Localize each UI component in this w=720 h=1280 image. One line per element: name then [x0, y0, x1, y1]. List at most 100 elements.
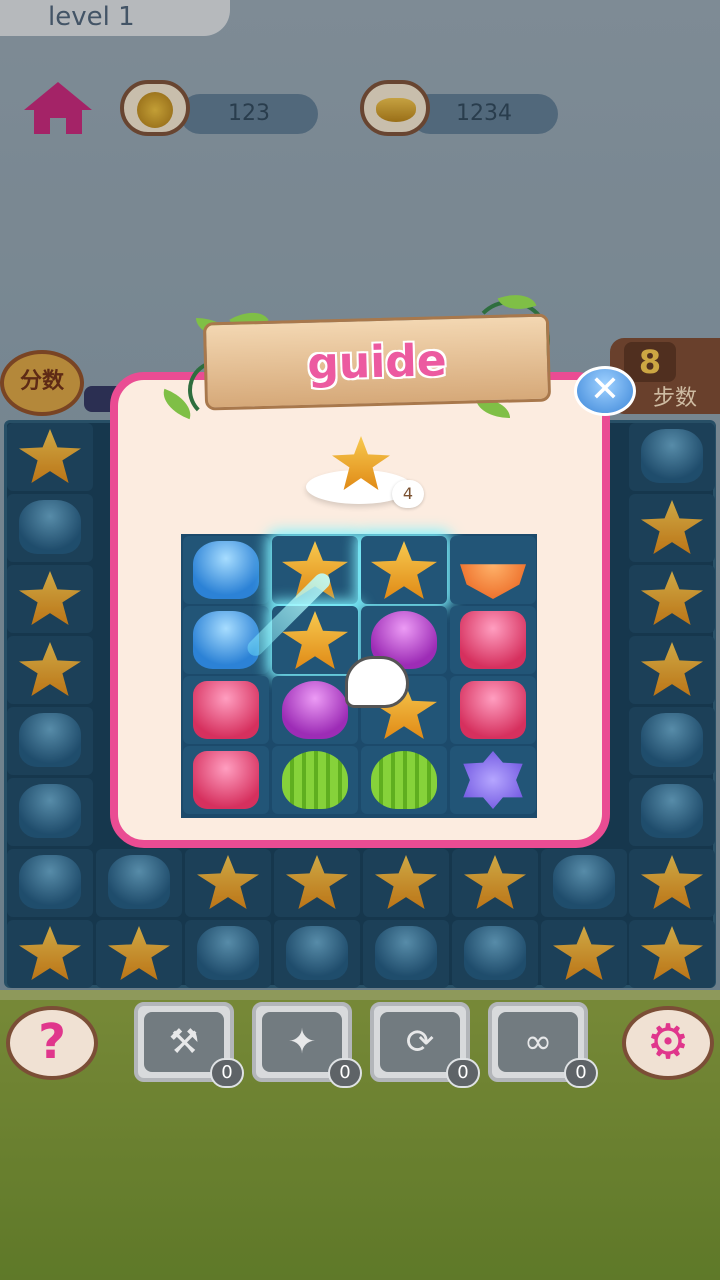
board-cell[interactable] — [629, 494, 715, 562]
board-cell[interactable] — [629, 636, 715, 704]
blue-jelly-gem — [641, 429, 703, 483]
moves-value: 8 — [624, 342, 676, 382]
board-cell[interactable] — [541, 920, 627, 988]
yellow-star-gem — [19, 571, 81, 625]
blue-flower-gem — [193, 541, 259, 599]
blue-jelly-gem — [286, 926, 348, 980]
board-cell[interactable] — [96, 920, 182, 988]
booster-count: 0 — [446, 1058, 480, 1088]
gold-ingot-icon — [376, 98, 416, 122]
board-cell[interactable] — [96, 849, 182, 917]
blue-jelly-gem — [19, 855, 81, 909]
blue-jelly-gem — [19, 500, 81, 554]
booster-count: 0 — [328, 1058, 362, 1088]
board-cell[interactable] — [185, 920, 271, 988]
board-cell[interactable] — [629, 707, 715, 775]
board-cell[interactable] — [629, 920, 715, 988]
grass-background — [0, 1000, 720, 1280]
board-cell[interactable] — [7, 494, 93, 562]
yellow-star-gem — [19, 926, 81, 980]
question-icon: ? — [38, 1014, 66, 1070]
board-cell[interactable] — [363, 920, 449, 988]
board-cell[interactable] — [629, 849, 715, 917]
board-cell[interactable] — [7, 920, 93, 988]
pink-square-gem — [193, 751, 259, 809]
violet-flower-gem — [463, 751, 523, 809]
demo-cell — [272, 746, 358, 814]
board-cell[interactable] — [7, 778, 93, 846]
coins-value: 123 — [228, 101, 270, 126]
blue-jelly-gem — [19, 784, 81, 838]
coin-icon — [137, 92, 173, 128]
home-icon[interactable] — [22, 80, 94, 136]
board-cell[interactable] — [7, 849, 93, 917]
board-cell[interactable] — [7, 707, 93, 775]
orange-slice-gem — [460, 564, 526, 599]
booster-count: 0 — [564, 1058, 598, 1088]
board-cell[interactable] — [629, 778, 715, 846]
yellow-star-gem — [286, 855, 348, 909]
blue-jelly-gem — [464, 926, 526, 980]
booster-magic-wand[interactable]: ✦ 0 — [252, 1002, 362, 1088]
yellow-star-gem — [197, 855, 259, 909]
board-cell[interactable] — [7, 423, 93, 491]
board-cell[interactable] — [541, 849, 627, 917]
board-cell[interactable] — [274, 849, 360, 917]
board-cell[interactable] — [185, 849, 271, 917]
yellow-star-gem — [641, 571, 703, 625]
booster-infinite[interactable]: ∞ 0 — [488, 1002, 598, 1088]
yellow-star-gem — [19, 429, 81, 483]
board-cell[interactable] — [629, 423, 715, 491]
board-cell[interactable] — [7, 636, 93, 704]
pink-square-gem — [460, 611, 526, 669]
board-cell[interactable] — [363, 849, 449, 917]
yellow-star-gem — [108, 926, 170, 980]
blue-jelly-gem — [108, 855, 170, 909]
booster-shuffle[interactable]: ⟳ 0 — [370, 1002, 480, 1088]
blue-flower-gem — [193, 611, 259, 669]
yellow-star-gem — [641, 500, 703, 554]
yellow-star-gem — [641, 855, 703, 909]
booster-count: 0 — [210, 1058, 244, 1088]
pointing-hand-icon — [345, 656, 409, 708]
demo-cell — [183, 676, 269, 744]
demo-cell — [361, 746, 447, 814]
demo-cell — [450, 676, 536, 744]
yellow-star-gem — [19, 642, 81, 696]
blue-jelly-gem — [641, 784, 703, 838]
demo-cell — [361, 536, 447, 604]
score-label: 分数 — [19, 369, 64, 394]
blue-jelly-gem — [19, 713, 81, 767]
blue-jelly-gem — [197, 926, 259, 980]
gold-value: 1234 — [456, 101, 512, 126]
gold-icon-frame — [360, 80, 430, 136]
guide-title-sign: guide — [202, 313, 552, 411]
moves-label: 步数 — [652, 386, 697, 411]
board-cell[interactable] — [7, 565, 93, 633]
yellow-star-gem — [375, 855, 437, 909]
demo-cell — [450, 536, 536, 604]
goal-count: 4 — [392, 480, 424, 508]
purple-drop-gem — [282, 681, 348, 739]
demo-cell — [450, 606, 536, 674]
board-cell[interactable] — [629, 565, 715, 633]
pink-square-gem — [193, 681, 259, 739]
board-cell[interactable] — [452, 849, 538, 917]
green-melon-gem — [282, 751, 348, 809]
blue-jelly-gem — [553, 855, 615, 909]
yellow-star-gem — [641, 642, 703, 696]
green-melon-gem — [371, 751, 437, 809]
guide-title: guide — [306, 335, 448, 390]
close-icon: ✕ — [589, 369, 621, 410]
settings-button[interactable]: ⚙ — [622, 1006, 714, 1080]
board-cell[interactable] — [274, 920, 360, 988]
score-badge: 分数 — [0, 350, 84, 416]
booster-hammer[interactable]: ⚒ 0 — [134, 1002, 244, 1088]
yellow-star-gem — [371, 541, 437, 599]
close-button[interactable]: ✕ — [574, 366, 636, 416]
yellow-star-gem — [553, 926, 615, 980]
pink-square-gem — [460, 681, 526, 739]
board-cell[interactable] — [452, 920, 538, 988]
demo-cell — [183, 746, 269, 814]
help-button[interactable]: ? — [6, 1006, 98, 1080]
